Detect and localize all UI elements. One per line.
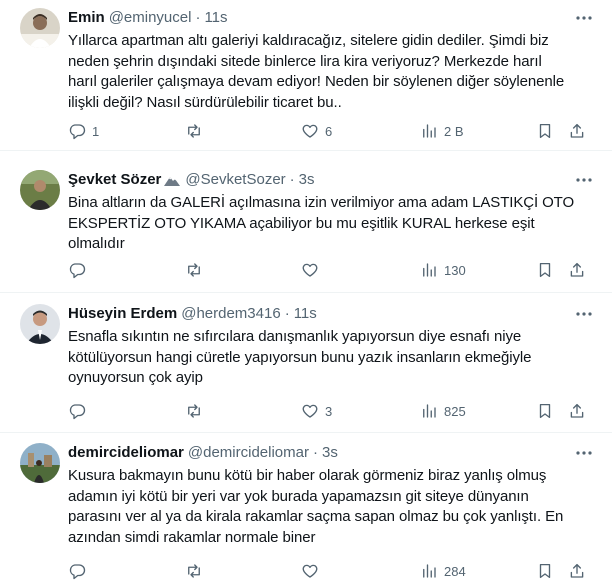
separator-dot: · [284,305,290,322]
post-text: Esnafla sıkıntın ne sıfırcılara danışman… [68,328,532,386]
heart-icon [302,404,318,418]
author-handle[interactable]: @demircideliomar [188,443,309,463]
share-button[interactable] [568,121,586,141]
post-actions: 3 825 [68,401,594,421]
more-options-icon[interactable] [574,8,594,28]
post-header: demircideliomar @demircideliomar · 3s [68,443,596,463]
view-count: 825 [444,403,466,419]
post-time[interactable]: 3s [322,443,338,463]
analytics-icon [423,404,436,418]
analytics-icon [423,564,436,578]
post-text: Kusura bakmayın bunu kötü bir haber olar… [68,467,564,546]
view-count: 130 [444,262,466,278]
reply-icon [69,404,86,420]
view-count: 2 B [444,123,464,139]
views-button[interactable]: 2 B [420,121,464,141]
like-button[interactable]: 3 [301,401,332,421]
avatar[interactable] [20,443,60,483]
heart-icon [302,124,318,138]
share-button[interactable] [568,401,586,421]
avatar[interactable] [20,8,60,48]
more-options-icon[interactable] [574,304,594,324]
post[interactable]: demircideliomar @demircideliomar · 3s Ku… [0,433,612,584]
share-icon [570,563,584,578]
analytics-icon [423,263,436,277]
like-button[interactable] [301,561,325,581]
post[interactable]: Emin @eminyucel · 11s Yıllarca apartman … [0,0,612,151]
like-count: 6 [325,123,333,139]
post-actions: 284 [68,561,594,581]
analytics-icon [423,124,436,138]
view-count: 284 [444,563,466,579]
reply-button[interactable] [68,401,92,421]
post[interactable]: Şevket Sözer @SevketSozer · 3s Bina altl… [0,151,612,293]
bookmark-button[interactable] [536,561,554,581]
like-count: 3 [325,403,333,419]
post[interactable]: Hüseyin Erdem @herdem3416 · 11s Esnafla … [0,293,612,433]
reply-icon [69,564,86,580]
bookmark-button[interactable] [536,121,554,141]
bookmark-icon [539,262,551,278]
post-actions: 130 [68,260,594,280]
repost-icon [188,564,200,578]
share-icon [570,403,584,418]
share-icon [570,262,584,277]
timeline-feed: Emin @eminyucel · 11s Yıllarca apartman … [0,0,612,584]
post-time[interactable]: 3s [299,170,315,190]
repost-button[interactable] [185,260,209,280]
share-button[interactable] [568,260,586,280]
separator-dot: · [312,444,318,461]
repost-icon [188,124,200,138]
share-icon [570,123,584,138]
bookmark-button[interactable] [536,401,554,421]
post-header: Emin @eminyucel · 11s [68,8,596,28]
views-button[interactable]: 825 [420,401,466,421]
share-button[interactable] [568,561,586,581]
reply-button[interactable]: 1 [68,121,99,141]
author-handle[interactable]: @eminyucel [109,8,192,28]
author-handle[interactable]: @SevketSozer [185,170,285,190]
post-header: Hüseyin Erdem @herdem3416 · 11s [68,304,596,324]
heart-icon [302,564,318,578]
more-options-icon[interactable] [574,443,594,463]
author-name[interactable]: Hüseyin Erdem [68,304,177,324]
reply-icon [69,263,86,279]
repost-icon [188,263,200,277]
separator-dot: · [289,171,295,188]
heart-icon [302,263,318,277]
post-actions: 1 6 2 B [68,121,594,141]
reply-icon [69,124,86,140]
bookmark-icon [539,403,551,419]
reply-button[interactable] [68,561,92,581]
post-text: Bina altların da GALERİ açılmasına izin … [68,194,575,252]
post-time[interactable]: 11s [204,8,227,28]
reply-button[interactable] [68,260,92,280]
views-button[interactable]: 284 [420,561,466,581]
mountain-emoji-icon [163,173,181,187]
bookmark-button[interactable] [536,260,554,280]
bookmark-icon [539,563,551,579]
avatar[interactable] [20,170,60,210]
like-button[interactable]: 6 [301,121,332,141]
post-text: Yıllarca apartman altı galeriyi kaldırac… [68,32,565,111]
repost-button[interactable] [185,401,209,421]
bookmark-icon [539,123,551,139]
avatar[interactable] [20,304,60,344]
author-name[interactable]: Emin [68,8,105,28]
author-handle[interactable]: @herdem3416 [181,304,280,324]
more-options-icon[interactable] [574,170,594,190]
post-time[interactable]: 11s [294,304,317,324]
author-name[interactable]: Şevket Sözer [68,170,161,190]
post-header: Şevket Sözer @SevketSozer · 3s [68,170,596,190]
repost-icon [188,404,200,418]
separator-dot: · [195,9,201,26]
reply-count: 1 [92,123,100,139]
repost-button[interactable] [185,561,209,581]
views-button[interactable]: 130 [420,260,466,280]
repost-button[interactable] [185,121,209,141]
like-button[interactable] [301,260,325,280]
author-name[interactable]: demircideliomar [68,443,184,463]
